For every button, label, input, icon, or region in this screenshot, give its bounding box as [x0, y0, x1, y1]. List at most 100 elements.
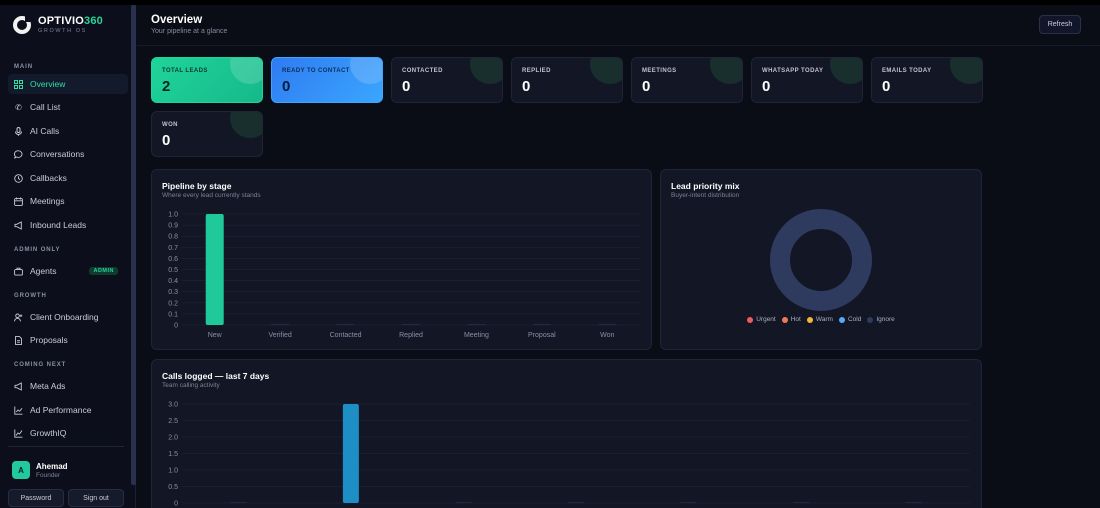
kpi-card-contacted[interactable]: CONTACTED 0: [391, 57, 503, 103]
megaphone-icon: [14, 220, 23, 230]
legend-label: Cold: [847, 316, 862, 323]
brand-name-num: 360: [84, 15, 103, 27]
priority-donut-chart: [770, 209, 872, 311]
sidebar-scrollbar[interactable]: [131, 5, 136, 485]
y-tick-label: 0.5: [168, 267, 178, 274]
card-decoration: [350, 58, 382, 84]
sidebar-item-ai-calls[interactable]: AI Calls: [8, 121, 128, 141]
password-button[interactable]: Password: [8, 489, 64, 507]
kpi-value: 2: [162, 78, 171, 95]
y-tick-label: 0.3: [168, 289, 178, 296]
clock-icon: [14, 173, 23, 183]
pipeline-panel: Pipeline by stage Where every lead curre…: [151, 169, 652, 350]
legend-item-warm[interactable]: Warm: [806, 316, 833, 323]
card-decoration: [830, 58, 862, 84]
bar: [905, 502, 922, 503]
bar: [336, 324, 355, 325]
sidebar-item-callbacks[interactable]: Callbacks: [8, 168, 128, 188]
brand[interactable]: OPTIVIO360 GROWTH OS: [13, 15, 103, 34]
y-tick-label: 0.8: [168, 234, 178, 241]
calls-panel: Calls logged — last 7 days Team calling …: [151, 359, 982, 508]
y-tick-label: 0.2: [168, 300, 178, 307]
sidebar-item-label: Overview: [30, 79, 66, 89]
brand-name-main: OPTIVIO: [38, 15, 85, 27]
sidebar-item-label: Client Onboarding: [30, 312, 99, 322]
legend-item-hot[interactable]: Hot: [781, 316, 801, 323]
kpi-card-replied[interactable]: REPLIED 0: [511, 57, 623, 103]
legend-item-urgent[interactable]: Urgent: [747, 316, 776, 323]
x-tick-label: Meeting: [464, 332, 489, 339]
legend-item-cold[interactable]: Cold: [838, 316, 862, 323]
legend-label: Urgent: [756, 316, 776, 323]
app-window: OPTIVIO360 GROWTH OS MAIN Overview ✆ Cal…: [0, 5, 1100, 508]
legend-dot: [838, 316, 845, 323]
y-tick-label: 0.5: [168, 484, 178, 491]
sidebar-item-label: GrowthIQ: [30, 428, 67, 438]
y-tick-label: 0.6: [168, 256, 178, 263]
sidebar: OPTIVIO360 GROWTH OS MAIN Overview ✆ Cal…: [0, 5, 136, 508]
x-tick-label: Verified: [268, 332, 291, 339]
sidebar-item-growthiq[interactable]: GrowthIQ: [8, 423, 128, 443]
legend-item-ignore[interactable]: Ignore: [867, 316, 895, 323]
sidebar-item-meetings[interactable]: Meetings: [8, 191, 128, 211]
x-tick-label: Won: [600, 332, 614, 339]
sidebar-item-label: Call List: [30, 102, 61, 112]
kpi-label: WON: [162, 122, 178, 128]
y-tick-label: 0.1: [168, 311, 178, 318]
sidebar-item-agents[interactable]: Agents ADMIN: [8, 261, 128, 281]
sidebar-item-proposals[interactable]: Proposals: [8, 330, 128, 350]
y-tick-label: 0: [174, 501, 178, 508]
sidebar-item-label: Meta Ads: [30, 381, 66, 391]
kpi-card-total-leads[interactable]: TOTAL LEADS 2: [151, 57, 263, 103]
kpi-value: 0: [402, 78, 411, 95]
legend-label: Hot: [790, 316, 801, 323]
avatar: A: [12, 461, 30, 479]
sidebar-item-label: Meetings: [30, 196, 65, 206]
kpi-card-meetings[interactable]: MEETINGS 0: [631, 57, 743, 103]
legend-dot: [747, 316, 754, 323]
x-tick-label: Contacted: [330, 332, 362, 339]
sidebar-divider: [8, 446, 124, 447]
sidebar-item-inbound-leads[interactable]: Inbound Leads: [8, 215, 128, 235]
sign-out-button[interactable]: Sign out: [68, 489, 124, 507]
y-tick-label: 0.9: [168, 223, 178, 230]
refresh-button[interactable]: Refresh: [1039, 15, 1081, 34]
sidebar-item-label: Callbacks: [30, 173, 67, 183]
sidebar-item-conversations[interactable]: Conversations: [8, 144, 128, 164]
sidebar-item-label: Proposals: [30, 335, 68, 345]
card-decoration: [230, 58, 262, 84]
brand-logo-icon: [13, 15, 31, 34]
trend-icon: [14, 429, 23, 438]
kpi-label: READY TO CONTACT: [282, 68, 350, 74]
kpi-label: REPLIED: [522, 68, 551, 74]
kpi-card-ready-to-contact[interactable]: READY TO CONTACT 0: [271, 57, 383, 103]
sidebar-item-ad-performance[interactable]: Ad Performance: [8, 400, 128, 420]
sidebar-item-client-onboarding[interactable]: Client Onboarding: [8, 307, 128, 327]
bar: [230, 502, 247, 503]
sidebar-item-call-list[interactable]: ✆ Call List: [8, 97, 128, 117]
user-profile[interactable]: A Ahemad Founder: [12, 461, 68, 479]
kpi-label: MEETINGS: [642, 68, 677, 74]
y-tick-label: 0: [174, 323, 178, 330]
header-divider: [137, 45, 1100, 46]
briefcase-icon: [14, 267, 23, 276]
donut-ring: [770, 209, 872, 311]
card-decoration: [470, 58, 502, 84]
y-tick-label: 3.0: [168, 402, 178, 409]
section-label-main: MAIN: [14, 64, 33, 70]
admin-badge: ADMIN: [89, 267, 118, 275]
kpi-card-won[interactable]: WON 0: [151, 111, 263, 157]
sidebar-item-label: Agents: [30, 266, 57, 276]
bar: [680, 502, 697, 503]
legend-label: Warm: [815, 316, 833, 323]
kpi-value: 0: [162, 132, 171, 149]
kpi-card-emails-today[interactable]: EMAILS TODAY 0: [871, 57, 983, 103]
sidebar-item-overview[interactable]: Overview: [8, 74, 128, 94]
calendar-icon: [14, 197, 23, 206]
kpi-card-whatsapp-today[interactable]: WHATSAPP TODAY 0: [751, 57, 863, 103]
legend-dot: [781, 316, 788, 323]
sidebar-item-meta-ads[interactable]: Meta Ads: [8, 376, 128, 396]
bar: [455, 502, 472, 503]
user-name: Ahemad: [36, 461, 68, 471]
sidebar-item-label: Conversations: [30, 149, 85, 159]
